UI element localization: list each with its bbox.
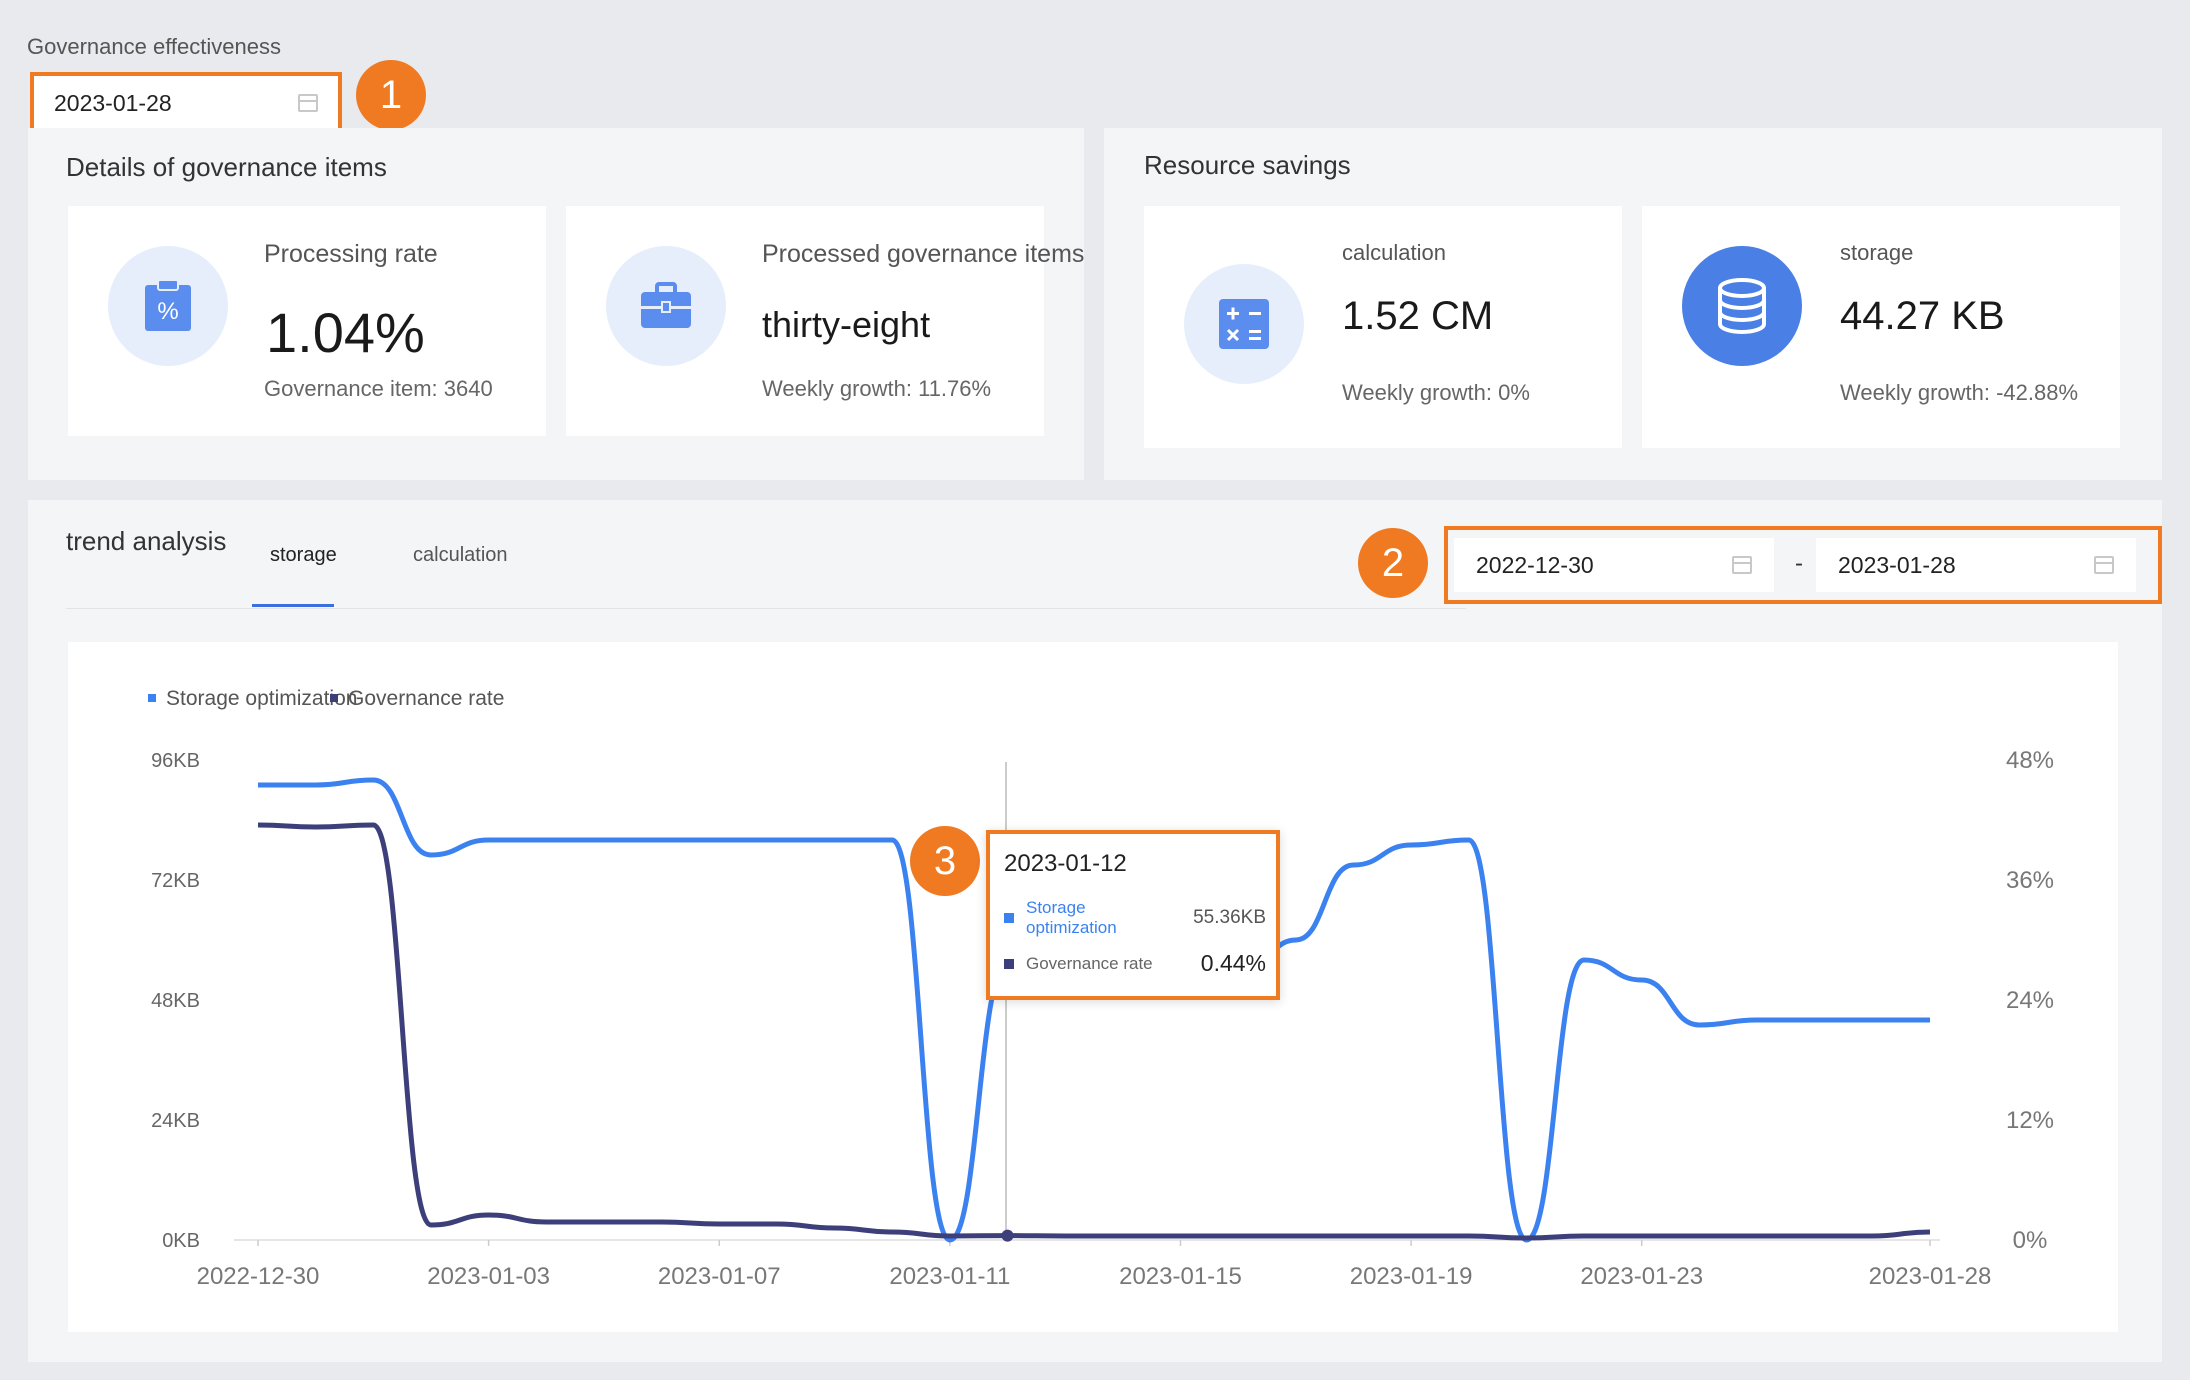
x-tick-label: 2023-01-19 xyxy=(1350,1263,1473,1290)
legend-swatch-rate xyxy=(330,694,338,702)
calendar-icon xyxy=(1732,556,1752,574)
x-tick-label: 2023-01-23 xyxy=(1580,1263,1703,1290)
annotation-badge-1: 1 xyxy=(356,60,426,130)
processing-rate-sub: Governance item: 3640 xyxy=(264,376,493,401)
calendar-icon xyxy=(298,94,318,112)
y-right-tick-label: 24% xyxy=(2006,987,2054,1014)
svg-text:%: % xyxy=(157,298,178,325)
storage-value: 44.27 KB xyxy=(1840,294,2005,338)
database-icon xyxy=(1682,246,1802,366)
savings-title: Resource savings xyxy=(1144,150,1351,180)
trend-title: trend analysis xyxy=(66,526,227,556)
processed-items-label: Processed governance items xyxy=(762,240,1085,268)
x-tick-label: 2022-12-30 xyxy=(197,1263,320,1290)
tab-storage[interactable]: storage xyxy=(270,544,337,567)
y-left-tick-label: 24KB xyxy=(151,1110,200,1132)
range-end-input[interactable]: 2023-01-28 xyxy=(1816,538,2136,592)
y-right-tick-label: 0% xyxy=(2013,1227,2048,1254)
details-panel: Details of governance items % Processing… xyxy=(28,128,1084,480)
y-right-tick-label: 48% xyxy=(2006,747,2054,774)
processed-items-sub: Weekly growth: 11.76% xyxy=(762,376,992,401)
tooltip-swatch-rate xyxy=(1004,958,1014,969)
processing-rate-card: % Processing rate 1.04% Governance item:… xyxy=(68,206,546,436)
processing-rate-value: 1.04% xyxy=(266,301,425,364)
y-left-tick-label: 48KB xyxy=(151,990,200,1012)
date-range-picker[interactable]: 2022-12-30 - 2023-01-28 xyxy=(1444,526,2162,604)
tooltip-storage-name: Storage optimization xyxy=(1026,898,1117,937)
page-title: Governance effectiveness xyxy=(27,34,281,59)
calculation-label: calculation xyxy=(1342,240,1446,265)
calculation-sub: Weekly growth: 0% xyxy=(1342,380,1530,405)
range-start-input[interactable]: 2022-12-30 xyxy=(1454,538,1774,592)
date-picker[interactable]: 2023-01-28 xyxy=(30,72,342,134)
storage-sub: Weekly growth: -42.88% xyxy=(1840,380,2079,405)
details-title: Details of governance items xyxy=(66,152,387,182)
chart-tooltip: 2023-01-12 Storage optimization 55.36KB … xyxy=(986,830,1280,1000)
y-left-tick-label: 96KB xyxy=(151,750,200,772)
hover-point xyxy=(1001,1229,1014,1242)
tab-active-underline xyxy=(252,604,334,607)
storage-label: storage xyxy=(1840,240,1914,265)
storage-card: storage 44.27 KB Weekly growth: -42.88% xyxy=(1642,206,2120,448)
tooltip-rate-value: 0.44% xyxy=(1200,950,1266,976)
tooltip-storage-value: 55.36KB xyxy=(1193,907,1266,928)
clipboard-percent-icon: % xyxy=(108,246,228,366)
x-tick-label: 2023-01-07 xyxy=(658,1263,781,1290)
processed-items-value: thirty-eight xyxy=(762,304,931,345)
x-tick-label: 2023-01-28 xyxy=(1869,1263,1992,1290)
date-value: 2023-01-28 xyxy=(54,89,172,116)
tooltip-date: 2023-01-12 xyxy=(1004,850,1127,877)
calendar-icon xyxy=(2094,556,2114,574)
calculation-card: calculation 1.52 CM Weekly growth: 0% xyxy=(1144,206,1622,448)
calculation-value: 1.52 CM xyxy=(1342,294,1494,338)
tooltip-rate-name: Governance rate xyxy=(1026,953,1153,973)
legend-storage: Storage optimization xyxy=(166,687,357,710)
range-start-value: 2022-12-30 xyxy=(1476,551,1594,578)
legend-swatch-storage xyxy=(148,694,156,702)
y-left-tick-label: 72KB xyxy=(151,870,200,892)
briefcase-icon xyxy=(606,246,726,366)
legend-rate: Governance rate xyxy=(348,687,504,710)
tooltip-row-rate: Governance rate 0.44% xyxy=(1004,950,1266,977)
range-separator: - xyxy=(1795,550,1803,577)
tooltip-swatch-storage xyxy=(1004,913,1014,923)
x-tick-label: 2023-01-03 xyxy=(427,1263,550,1290)
annotation-badge-3: 3 xyxy=(910,826,980,896)
tab-calculation[interactable]: calculation xyxy=(413,544,508,567)
x-tick-label: 2023-01-11 xyxy=(889,1263,1010,1290)
y-left-tick-label: 0KB xyxy=(162,1230,200,1252)
calculator-icon xyxy=(1184,264,1304,384)
x-tick-label: 2023-01-15 xyxy=(1119,1263,1242,1290)
y-right-tick-label: 12% xyxy=(2006,1107,2054,1134)
tab-divider xyxy=(66,608,1466,609)
tooltip-row-storage: Storage optimization 55.36KB xyxy=(1004,898,1266,938)
range-end-value: 2023-01-28 xyxy=(1838,551,1956,578)
processing-rate-label: Processing rate xyxy=(264,240,438,268)
savings-panel: Resource savings calculation 1.52 CM Wee… xyxy=(1104,128,2162,480)
y-right-tick-label: 36% xyxy=(2006,867,2054,894)
annotation-badge-2: 2 xyxy=(1358,528,1428,598)
processed-items-card: Processed governance items thirty-eight … xyxy=(566,206,1084,436)
